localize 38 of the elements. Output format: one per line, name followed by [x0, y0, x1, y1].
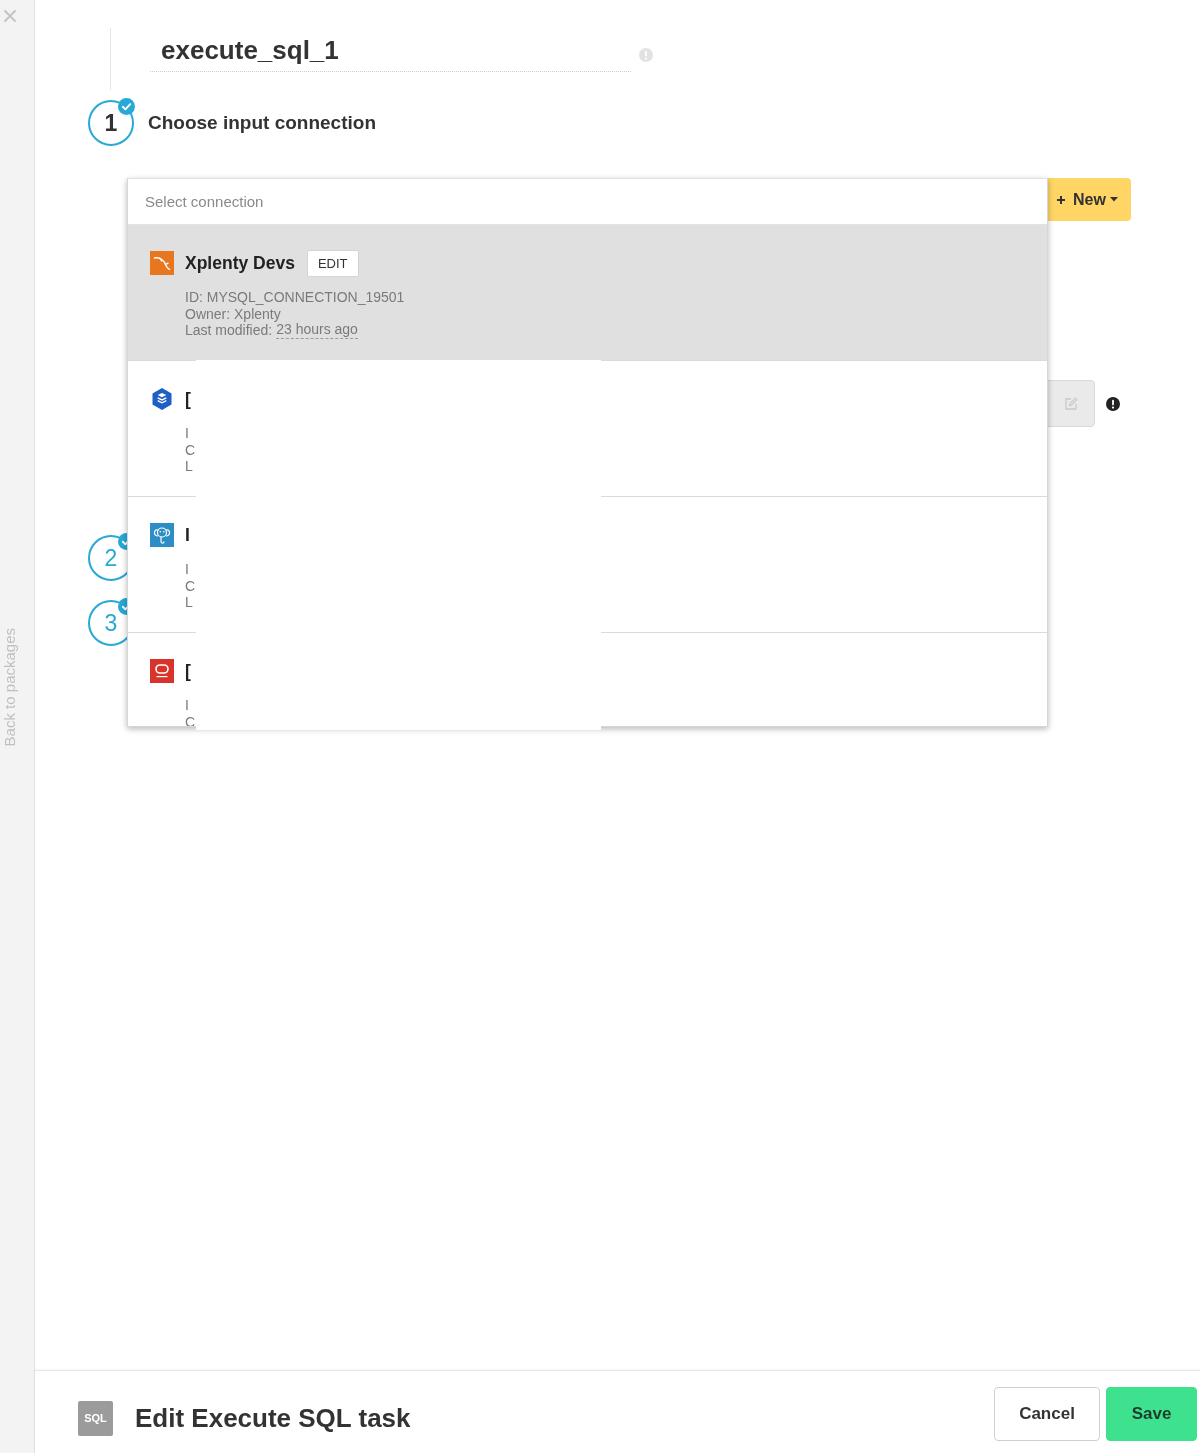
close-icon[interactable] — [3, 9, 17, 23]
search-field[interactable]: Select connection — [128, 179, 1047, 225]
detail-text: C — [185, 441, 196, 458]
step-number: 3 — [104, 610, 118, 636]
option-title: Xplenty Devs — [185, 252, 295, 275]
task-name-field[interactable]: execute_sql_1 — [150, 30, 631, 72]
detail-text: C — [185, 577, 196, 594]
option-title: [ — [185, 388, 191, 411]
step-title: Choose input connection — [148, 110, 376, 135]
connection-option[interactable]: Xplenty Devs EDIT ID: MYSQL_CONNECTION_19501 Owner: Xplenty Last modified: 23 hours ago — [128, 225, 1047, 361]
detail-text: C — [185, 713, 196, 726]
alert-icon — [1106, 396, 1120, 411]
footer-title: Edit Execute SQL task — [135, 1401, 411, 1435]
step-number: 2 — [104, 545, 118, 571]
detail-text: I — [185, 561, 189, 578]
caret-icon — [1109, 197, 1118, 202]
pencil-icon — [1063, 395, 1079, 412]
detail-text: L — [185, 458, 193, 475]
detail-text: L — [185, 594, 193, 611]
plus-icon — [1056, 194, 1066, 205]
detail-text: ID: MYSQL_CONNECTION_19501 — [185, 289, 405, 306]
detail-text: Last modified: — [185, 322, 273, 339]
detail-text: I — [185, 425, 189, 442]
step-number: 1 — [104, 110, 118, 136]
detail-text: Owner: Xplenty — [185, 305, 281, 322]
detail-text: I — [185, 697, 189, 714]
dolphin-icon — [150, 251, 174, 275]
save-button[interactable]: Save — [1106, 1387, 1197, 1441]
alert-icon — [639, 48, 653, 62]
sql-icon: SQL — [78, 1400, 113, 1436]
option-title: I — [185, 524, 190, 547]
hexagon-icon — [150, 387, 174, 411]
relative-time: 23 hours ago — [276, 322, 358, 339]
option-title: [ — [185, 660, 191, 683]
elephant-icon — [150, 523, 174, 547]
cancel-button[interactable]: Cancel — [994, 1387, 1100, 1441]
edit-button[interactable]: EDIT — [306, 249, 359, 277]
new-button[interactable]: New — [1048, 178, 1131, 221]
